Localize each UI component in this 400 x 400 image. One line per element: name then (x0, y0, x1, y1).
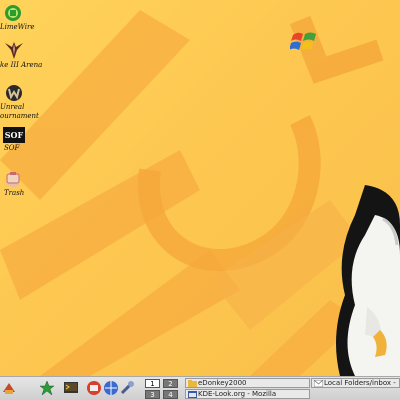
task-local-folders-inbox[interactable]: Local Folders/inbox - (311, 378, 400, 388)
desktop-icon-limewire[interactable]: LimeWire (0, 4, 34, 32)
limewire-icon (5, 5, 21, 21)
taskbar: 1 2 3 4 eDonkey2000 Local Folders/inbox … (0, 376, 400, 400)
sof-icon: SOF (3, 127, 25, 143)
desktop-icon-unreal-tournament[interactable]: Unreal ournament (0, 84, 39, 121)
windows-logo-icon (290, 32, 316, 50)
pager-desktop-1[interactable]: 1 (145, 379, 160, 388)
trash-icon (6, 172, 20, 187)
task-kde-look-mozilla[interactable]: KDE-Look.org - Mozilla (185, 389, 310, 399)
kmail-icon (3, 383, 15, 394)
desktop-icon-label: ournament (0, 112, 39, 120)
folder-icon (188, 380, 197, 387)
unreal-icon (6, 85, 22, 101)
task-label: Local Folders/inbox - (324, 379, 396, 387)
wrench-launcher[interactable] (118, 379, 136, 397)
task-edonkey2000[interactable]: eDonkey2000 (185, 378, 310, 388)
desktop-icon-label: LimeWire (0, 23, 35, 31)
pager-desktop-3[interactable]: 3 (145, 390, 160, 399)
tux-penguin-icon (336, 185, 400, 376)
kmail-launcher[interactable] (0, 379, 18, 397)
pager-desktop-4[interactable]: 4 (163, 390, 178, 399)
wrench-icon (120, 381, 134, 395)
desktop-pager: 1 2 3 4 (145, 378, 181, 400)
desktop-icon-label: Trash (4, 189, 25, 197)
star-icon (39, 380, 55, 396)
mail-icon (313, 379, 324, 387)
desktop-icon-label: ke III Arena (0, 61, 43, 69)
mozilla-icon (188, 391, 197, 398)
pager-desktop-2[interactable]: 2 (163, 379, 178, 388)
desktop-icon-sof[interactable]: SOF SOF (0, 127, 34, 153)
svg-text:SOF: SOF (5, 130, 24, 140)
shell-launcher[interactable] (62, 379, 80, 397)
shell-icon (64, 382, 78, 393)
terminal-icon (87, 381, 101, 395)
quake-icon (5, 42, 23, 59)
desktop-icon-quake-arena[interactable]: ke III Arena (0, 40, 43, 70)
star-launcher[interactable] (38, 379, 56, 397)
task-label: KDE-Look.org - Mozilla (198, 390, 277, 398)
terminal-launcher[interactable] (85, 379, 103, 397)
desktop-icon-label: SOF (4, 144, 20, 152)
task-label: eDonkey2000 (198, 379, 247, 387)
desktop-icon-label: Unreal (0, 103, 25, 111)
desktop-icon-trash[interactable]: Trash (0, 170, 34, 198)
desktop: LimeWire ke III Arena Unreal ournament S… (0, 0, 400, 376)
network-icon (104, 381, 118, 395)
